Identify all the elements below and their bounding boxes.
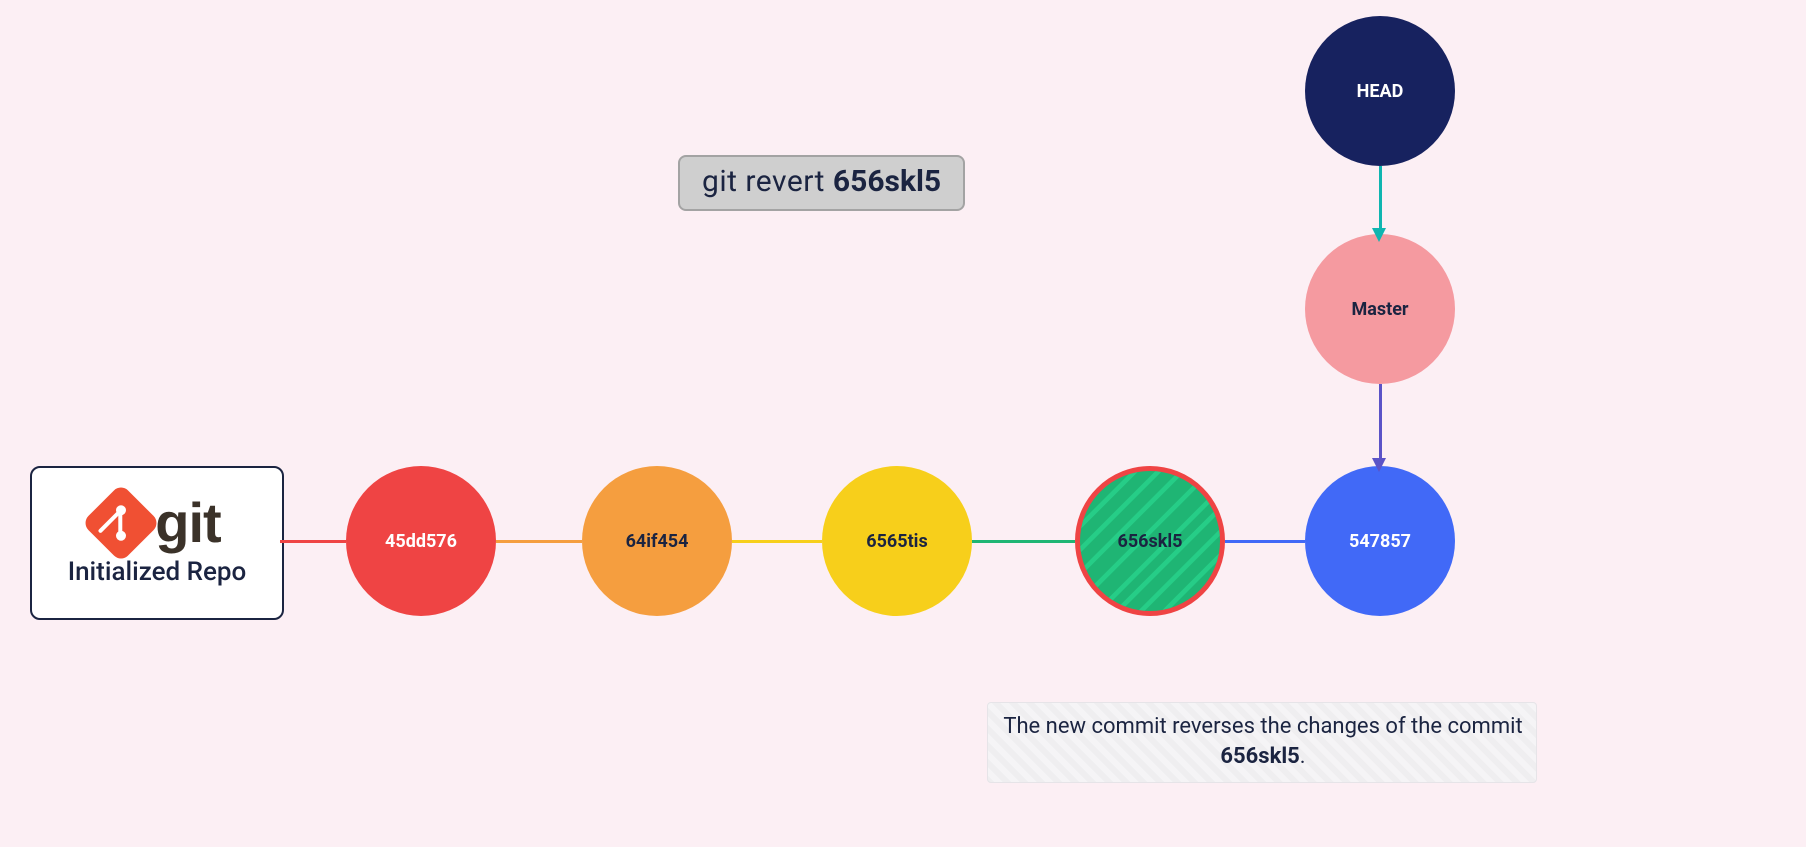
commit-hash: 547857: [1349, 531, 1411, 552]
git-logo-icon: [82, 483, 161, 562]
master-ref-node: Master: [1305, 234, 1455, 384]
commit-node-1: 45dd576: [346, 466, 496, 616]
command-text: git revert: [702, 164, 833, 199]
edge-c2-c3: [732, 540, 822, 543]
repo-caption: Initialized Repo: [68, 557, 247, 587]
arrow-head-to-master: [1379, 166, 1382, 230]
arrowhead-icon: [1372, 228, 1386, 242]
explain-text-pre: The new commit reverses the changes of t…: [1003, 714, 1522, 739]
commit-hash: 64if454: [626, 531, 689, 552]
commit-node-2: 64if454: [582, 466, 732, 616]
git-logo-word: git: [155, 495, 220, 551]
arrow-master-to-commit: [1379, 384, 1382, 460]
commit-node-5-new: 547857: [1305, 466, 1455, 616]
explanation-box: The new commit reverses the changes of t…: [987, 702, 1537, 783]
explain-hash: 656skl5: [1220, 744, 1299, 769]
commit-node-3: 6565tis: [822, 466, 972, 616]
head-ref-node: HEAD: [1305, 16, 1455, 166]
commit-node-reverted: 656skl5: [1075, 466, 1225, 616]
edge-repo-c1: [280, 540, 346, 543]
command-chip: git revert 656skl5: [678, 155, 965, 211]
git-logo: git: [93, 495, 220, 551]
git-revert-diagram: git revert 656skl5 git Initialized Repo …: [0, 0, 1806, 847]
commit-hash: 6565tis: [866, 531, 927, 552]
edge-c4-c5: [1225, 540, 1305, 543]
arrowhead-icon: [1372, 458, 1386, 472]
command-hash: 656skl5: [833, 164, 941, 199]
commit-hash: 656skl5: [1118, 531, 1183, 552]
ref-label: Master: [1351, 299, 1408, 320]
explain-text-post: .: [1300, 744, 1306, 769]
edge-c3-c4: [972, 540, 1075, 543]
commit-hash: 45dd576: [385, 531, 457, 552]
initialized-repo-card: git Initialized Repo: [30, 466, 284, 620]
edge-c1-c2: [496, 540, 582, 543]
ref-label: HEAD: [1357, 81, 1404, 102]
